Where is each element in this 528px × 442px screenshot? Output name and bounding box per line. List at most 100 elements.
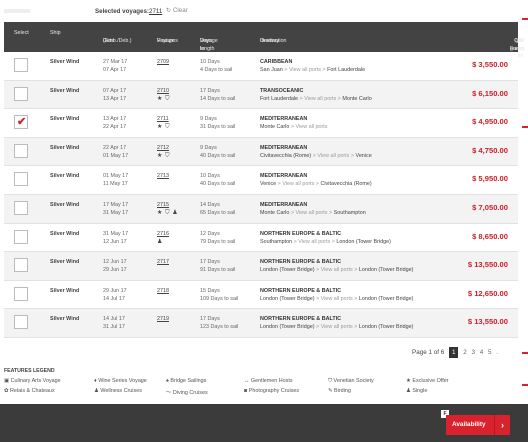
view-all-ports-link[interactable]: View all ports	[296, 124, 328, 130]
itinerary-route: Civitavecchia (Rome) > View all ports > …	[260, 152, 372, 159]
page-link[interactable]: 4	[480, 349, 484, 356]
voyage-length: 15 Days 109 Days to sail	[200, 287, 238, 303]
table-row[interactable]: ✔ Silver Wind 13 Apr 17 22 Apr 17 2711 ★ ⛉ 9 D…	[4, 109, 518, 138]
voyage-number-link[interactable]: 2719	[157, 315, 169, 323]
destination-region: CARIBBEAN	[260, 59, 293, 65]
page-link[interactable]: 3	[472, 349, 476, 356]
feature-icons: ★ ⛉	[157, 95, 171, 102]
embark-date: 14 Jul 17	[103, 316, 125, 323]
legend-item: ♠ Bridge Sailings	[166, 378, 206, 384]
table-row[interactable]: Silver Wind 07 Apr 17 13 Apr 17 2710 ★ ⛉ 17 D…	[4, 80, 518, 110]
scroll-marker	[522, 18, 528, 20]
page-current[interactable]: 1	[448, 347, 459, 358]
table-row[interactable]: Silver Wind 22 Apr 17 01 May 17 2712 ★ ⛉ 9 Da…	[4, 137, 518, 167]
table-row[interactable]: Silver Wind 14 Jul 17 31 Jul 17 2719 17 Days…	[4, 309, 518, 338]
view-all-ports-link[interactable]: View all ports	[282, 181, 314, 187]
voyage-length: 9 Days 31 Days to sail	[200, 115, 235, 131]
view-all-ports-link[interactable]: View all ports	[321, 324, 353, 330]
legend-label: Photography Cruises	[248, 388, 300, 394]
itinerary-route: London (Tower Bridge) > View all ports >…	[260, 295, 414, 302]
page-link[interactable]: 2	[463, 349, 467, 356]
legend-item: ↔ Gentlemen Hosts	[244, 378, 293, 384]
days-to-sail: 40 Days to sail	[200, 181, 236, 188]
view-all-ports-link[interactable]: View all ports	[304, 96, 336, 102]
voyage-length: 10 Days 4 Days to sail	[200, 58, 232, 74]
embark-date: 07 Apr 17	[103, 87, 127, 94]
faded-label	[4, 9, 30, 13]
legend-item: ★ Exclusive Offer	[406, 378, 449, 384]
table-row[interactable]: Silver Wind 12 Jun 17 29 Jun 17 2717 17 Days…	[4, 252, 518, 281]
ship-name: Silver Wind	[50, 144, 80, 151]
destination-region: NORTHERN EUROPE & BALTIC	[260, 230, 342, 237]
voyage-features: 2715 ★ ⛉ ♟	[157, 201, 178, 217]
feature-icons: ★ ⛉	[157, 152, 171, 159]
destination-region: MEDITERRANEAN	[260, 116, 308, 123]
feature-icons: ★ ⛉ ♟	[157, 209, 179, 216]
voyage-number-link[interactable]: 2711	[157, 115, 170, 123]
view-all-ports-link[interactable]: View all ports	[317, 153, 349, 159]
clear-selection-button[interactable]: ↻ Clear	[166, 7, 188, 14]
table-row[interactable]: Silver Wind 17 May 17 31 May 17 2715 ★ ⛉ ♟ 14…	[4, 194, 518, 224]
embark-date: 27 Mar 17	[103, 59, 128, 65]
select-checkbox[interactable]	[14, 86, 28, 101]
select-checkbox[interactable]	[14, 200, 28, 215]
legend-icon: ◙	[244, 388, 248, 394]
selected-voyage-link[interactable]: 2711	[149, 8, 162, 15]
days-to-sail: 79 Days to sail	[200, 238, 236, 245]
select-checkbox[interactable]	[14, 258, 28, 273]
voyage-features: 2717	[157, 258, 169, 266]
table-body: Silver Wind 27 Mar 17 07 Apr 17 2709 10 Days…	[4, 52, 518, 338]
route-from: London (Tower Bridge)	[260, 295, 315, 302]
destination: NORTHERN EUROPE & BALTIC London (Tower Br…	[260, 258, 413, 274]
col-select: Select	[14, 30, 29, 36]
page-link[interactable]: 5	[488, 349, 492, 356]
voyage-features: 2709	[157, 58, 169, 66]
table-row[interactable]: Silver Wind 27 Mar 17 07 Apr 17 2709 10 Days…	[4, 52, 518, 81]
debark-date: 29 Jun 17	[103, 267, 127, 274]
voyage-length: 10 Days 40 Days to sail	[200, 172, 235, 188]
voyage-number-link[interactable]: 2718	[157, 287, 169, 295]
voyage-number-link[interactable]: 2717	[157, 258, 169, 266]
voyage-number-link[interactable]: 2709	[157, 58, 169, 66]
view-all-ports-link[interactable]: View all ports	[289, 67, 321, 73]
select-checkbox[interactable]	[14, 286, 28, 301]
legend-label: Gentlemen Hosts	[250, 378, 293, 384]
select-checkbox[interactable]	[14, 229, 28, 244]
length-days: 9 Days	[200, 116, 217, 123]
destination-region: TRANSOCEANIC	[260, 87, 304, 94]
destination-region: NORTHERN EUROPE & BALTIC	[260, 287, 342, 294]
length-days: 10 Days	[200, 173, 220, 180]
days-to-sail: 65 Days to sail	[200, 209, 236, 216]
voyage-dates: 22 Apr 17 01 May 17	[103, 144, 128, 160]
voyage-number-link[interactable]: 2712	[157, 144, 170, 152]
route-to: London (Tower Bridge)	[358, 324, 414, 331]
ship-name: Silver Wind	[50, 316, 80, 323]
voyage-number-link[interactable]: 2710	[157, 87, 170, 95]
view-all-ports-link[interactable]: View all ports	[298, 239, 330, 245]
legend-icon: ⛉	[328, 378, 333, 384]
voyage-number-link[interactable]: 2716	[157, 230, 169, 238]
select-checkbox[interactable]	[14, 172, 28, 187]
table-row[interactable]: Silver Wind 31 May 17 12 Jun 17 2716 ♟ 12 Day…	[4, 223, 518, 253]
table-row[interactable]: Silver Wind 29 Jun 17 14 Jul 17 2718 15 Days…	[4, 280, 518, 310]
feature-icons: ♟	[157, 238, 163, 245]
voyage-features: 2716 ♟	[157, 230, 169, 246]
view-all-ports-link[interactable]: View all ports	[321, 267, 353, 273]
route-to: London (Tower Bridge)	[336, 238, 391, 245]
availability-button[interactable]: Availability ›	[446, 415, 510, 435]
view-all-ports-link[interactable]: View all ports	[321, 296, 353, 302]
days-to-sail: 40 Days to sail	[200, 152, 236, 159]
table-row[interactable]: Silver Wind 01 May 17 11 May 17 2713 10 Days…	[4, 166, 518, 195]
legend-label: Exclusive Offer	[412, 378, 449, 384]
voyage-length: 17 Days 123 Days to sail	[200, 315, 238, 331]
view-all-ports-link[interactable]: View all ports	[296, 210, 328, 216]
select-checkbox[interactable]	[14, 315, 28, 330]
route-to: Southampton	[333, 209, 366, 216]
voyage-number-link[interactable]: 2713	[157, 172, 169, 180]
voyage-number-link[interactable]: 2715	[157, 201, 178, 209]
select-checkbox[interactable]	[14, 143, 28, 158]
select-checkbox[interactable]	[14, 58, 28, 72]
select-checkbox[interactable]: ✔	[14, 115, 28, 130]
legend-icon: ▣	[4, 378, 10, 384]
scroll-marker	[522, 384, 528, 386]
